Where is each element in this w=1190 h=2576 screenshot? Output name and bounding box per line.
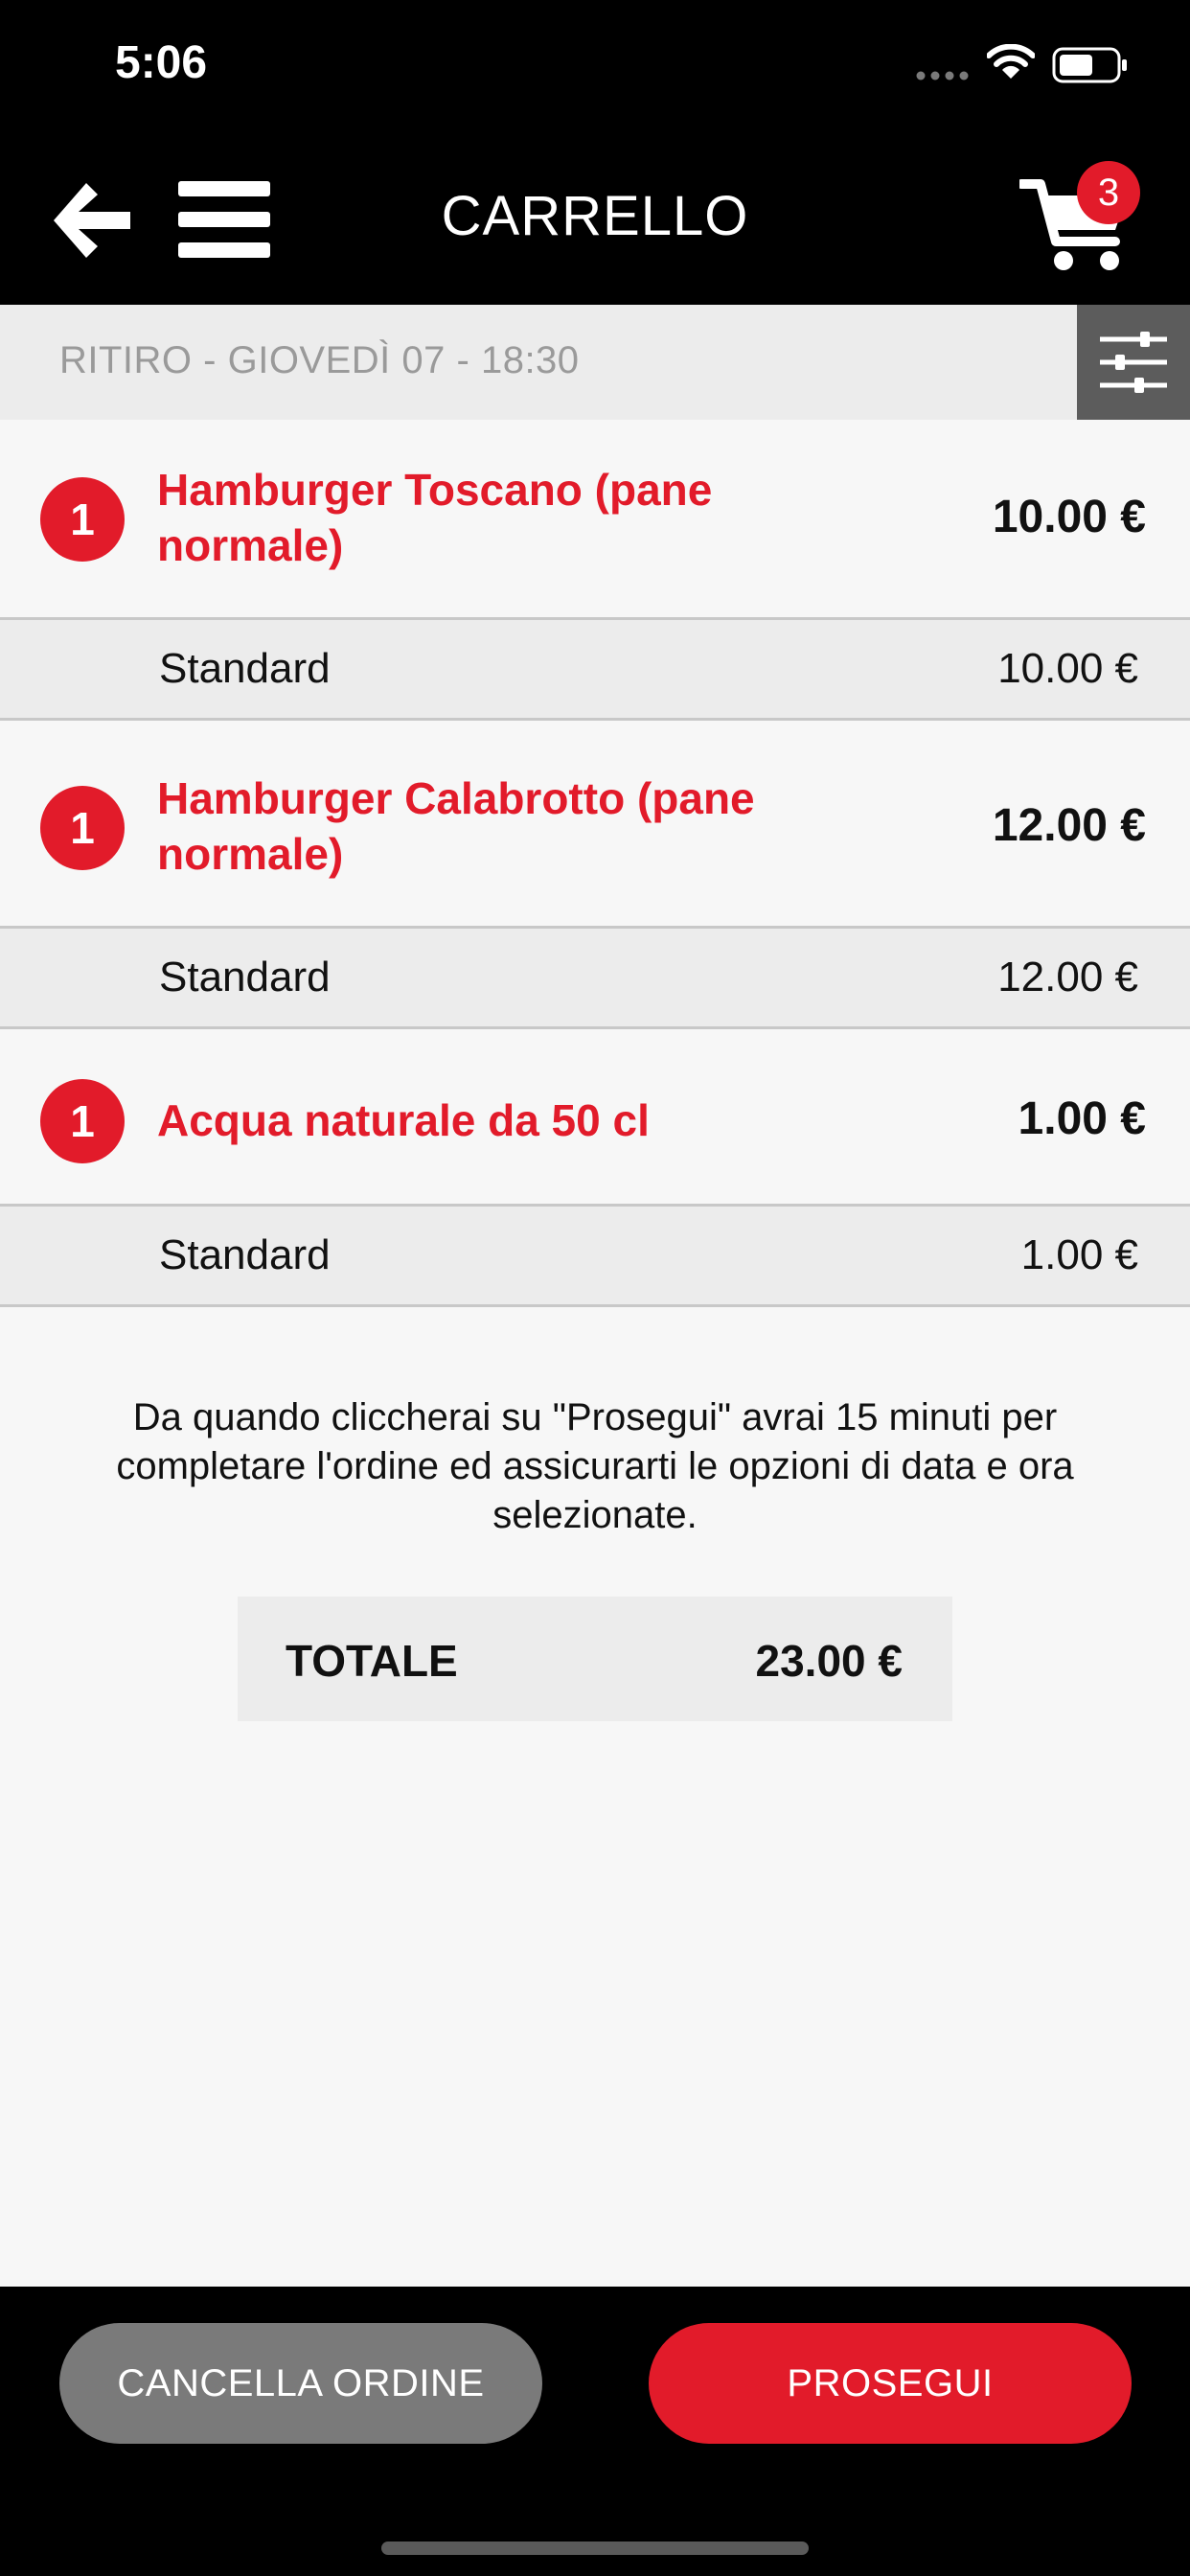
- variant-name: Standard: [159, 1231, 331, 1278]
- quantity-badge: 1: [40, 1079, 125, 1163]
- item-price: 1.00 €: [1018, 1093, 1146, 1144]
- total-box: TOTALE 23.00 €: [238, 1597, 952, 1721]
- variant-price: 10.00 €: [997, 645, 1138, 692]
- item-price: 10.00 €: [992, 492, 1146, 542]
- item-name: Hamburger Toscano (pane normale): [157, 465, 713, 570]
- cart-item[interactable]: 1 Hamburger Calabrotto (pane normale) 12…: [0, 728, 1190, 926]
- item-variant-row: Standard 10.00 €: [0, 617, 1190, 721]
- cart-count-badge: 3: [1077, 161, 1140, 224]
- wifi-icon: [987, 44, 1035, 79]
- continue-button[interactable]: PROSEGUI: [649, 2323, 1132, 2444]
- nav-bar: CARRELLO 3: [0, 134, 1190, 305]
- quantity-badge: 1: [40, 786, 125, 870]
- item-name: Acqua naturale da 50 cl: [157, 1095, 650, 1145]
- variant-name: Standard: [159, 954, 331, 1000]
- total-value: 23.00 €: [755, 1636, 903, 1686]
- cancel-order-button[interactable]: CANCELLA ORDINE: [59, 2323, 542, 2444]
- item-price: 12.00 €: [992, 800, 1146, 851]
- cellular-signal-icon: [916, 71, 969, 80]
- item-name: Hamburger Calabrotto (pane normale): [157, 773, 755, 879]
- timer-notice: Da quando cliccherai su "Prosegui" avrai…: [116, 1396, 1074, 1536]
- cart-item[interactable]: 1 Acqua naturale da 50 cl 1.00 €: [0, 1037, 1190, 1204]
- variant-name: Standard: [159, 645, 331, 692]
- status-time: 5:06: [115, 37, 208, 88]
- bottom-action-bar: CANCELLA ORDINE PROSEGUI: [0, 2287, 1190, 2576]
- quantity-badge: 1: [40, 477, 125, 562]
- item-variant-row: Standard 12.00 €: [0, 926, 1190, 1029]
- item-variant-row: Standard 1.00 €: [0, 1204, 1190, 1307]
- home-indicator[interactable]: [381, 2542, 809, 2555]
- variant-price: 1.00 €: [1020, 1231, 1138, 1278]
- status-bar: 5:06: [0, 0, 1190, 134]
- battery-icon: [1052, 47, 1127, 83]
- sliders-icon: [1100, 332, 1167, 393]
- filter-button[interactable]: [1077, 305, 1190, 420]
- page-title: CARRELLO: [441, 185, 749, 247]
- total-label: TOTALE: [286, 1636, 458, 1686]
- cart-item[interactable]: 1 Hamburger Toscano (pane normale) 10.00…: [0, 420, 1190, 617]
- pickup-bar: RITIRO - GIOVEDÌ 07 - 18:30: [0, 305, 1190, 420]
- variant-price: 12.00 €: [997, 954, 1138, 1000]
- pickup-info: RITIRO - GIOVEDÌ 07 - 18:30: [59, 339, 580, 381]
